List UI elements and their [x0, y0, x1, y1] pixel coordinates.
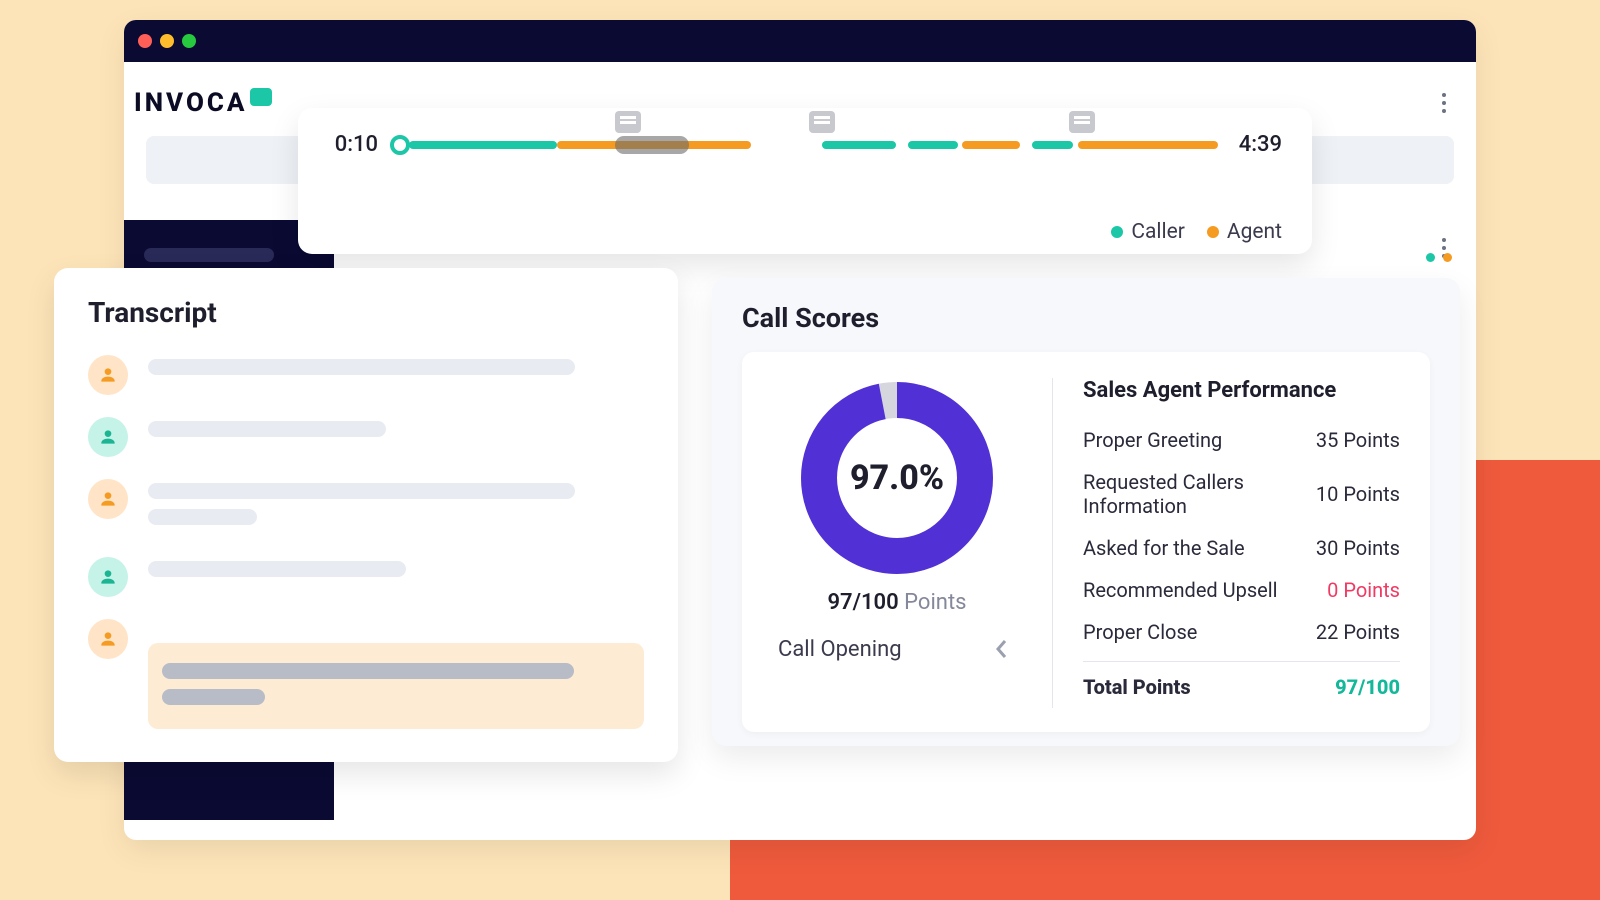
score-section-label: Call Opening	[778, 637, 902, 662]
call-scores-panel: Call Scores 97.0% 97/100 Points Call Ope…	[712, 278, 1460, 746]
transcript-card: Transcript	[54, 268, 678, 762]
scrub-handle[interactable]	[615, 136, 689, 154]
playhead[interactable]	[390, 135, 410, 155]
window-min-dot[interactable]	[160, 34, 174, 48]
score-percent: 97.0%	[797, 378, 997, 578]
timeline-end-time: 4:39	[1232, 132, 1282, 157]
perf-value: 30 Points	[1316, 536, 1400, 560]
timeline-track[interactable]	[392, 133, 1218, 157]
legend-caller: Caller	[1131, 220, 1185, 244]
timeline-start-time: 0:10	[328, 132, 378, 157]
performance-total-row: Total Points 97/100	[1083, 666, 1400, 708]
call-scores-title: Call Scores	[742, 302, 1430, 334]
performance-row: Asked for the Sale 30 Points	[1083, 527, 1400, 569]
agent-avatar-icon	[88, 619, 128, 659]
perf-value: 0 Points	[1327, 578, 1400, 602]
sidebar-item[interactable]	[144, 248, 274, 262]
performance-row: Requested Callers Information10 Points	[1083, 461, 1400, 527]
performance-title: Sales Agent Performance	[1083, 378, 1400, 403]
window-titlebar	[124, 20, 1476, 62]
transcript-row	[88, 355, 644, 395]
transcript-row	[88, 557, 644, 597]
transcript-row	[88, 417, 644, 457]
perf-label: Proper Greeting	[1083, 428, 1222, 452]
transcript-row-highlight[interactable]	[88, 619, 644, 729]
score-fraction: 97/100	[827, 590, 898, 615]
call-scores-card: 97.0% 97/100 Points Call Opening Sales A…	[742, 352, 1430, 732]
perf-label: Recommended Upsell	[1083, 578, 1278, 602]
agent-avatar-icon	[88, 355, 128, 395]
perf-value: 35 Points	[1316, 428, 1400, 452]
performance-row: Recommended Upsell 0 Points	[1083, 569, 1400, 611]
perf-label: Proper Close	[1083, 620, 1197, 644]
brand-text: INVOCA	[134, 88, 248, 118]
timeline-legend: Caller Agent	[1111, 220, 1282, 244]
comment-marker-icon[interactable]	[809, 111, 835, 133]
comment-marker-icon[interactable]	[1069, 111, 1095, 133]
call-timeline-card: 0:10 4:39 Caller Agent	[298, 108, 1312, 254]
score-donut-chart: 97.0%	[797, 378, 997, 578]
perf-value: 22 Points	[1316, 620, 1400, 644]
performance-row: Proper Close 22 Points	[1083, 611, 1400, 653]
caller-avatar-icon	[88, 557, 128, 597]
brand-logo: INVOCA	[134, 88, 272, 118]
legend-mini	[1426, 253, 1452, 262]
brand-bubble-icon	[250, 88, 272, 106]
performance-row: Proper Greeting 35 Points	[1083, 419, 1400, 461]
legend-agent: Agent	[1227, 220, 1282, 244]
perf-label: Requested Callers Information	[1083, 470, 1316, 518]
caller-avatar-icon	[88, 417, 128, 457]
agent-avatar-icon	[88, 479, 128, 519]
chevron-left-icon[interactable]	[988, 635, 1016, 663]
points-word: Points	[904, 590, 966, 615]
kebab-menu-button[interactable]	[1434, 93, 1454, 113]
transcript-title: Transcript	[88, 296, 644, 329]
window-max-dot[interactable]	[182, 34, 196, 48]
perf-label: Asked for the Sale	[1083, 536, 1245, 560]
transcript-row	[88, 479, 644, 535]
window-close-dot[interactable]	[138, 34, 152, 48]
perf-value: 10 Points	[1316, 482, 1400, 506]
comment-marker-icon[interactable]	[615, 111, 641, 133]
total-value: 97/100	[1335, 675, 1400, 699]
total-label: Total Points	[1083, 675, 1191, 699]
